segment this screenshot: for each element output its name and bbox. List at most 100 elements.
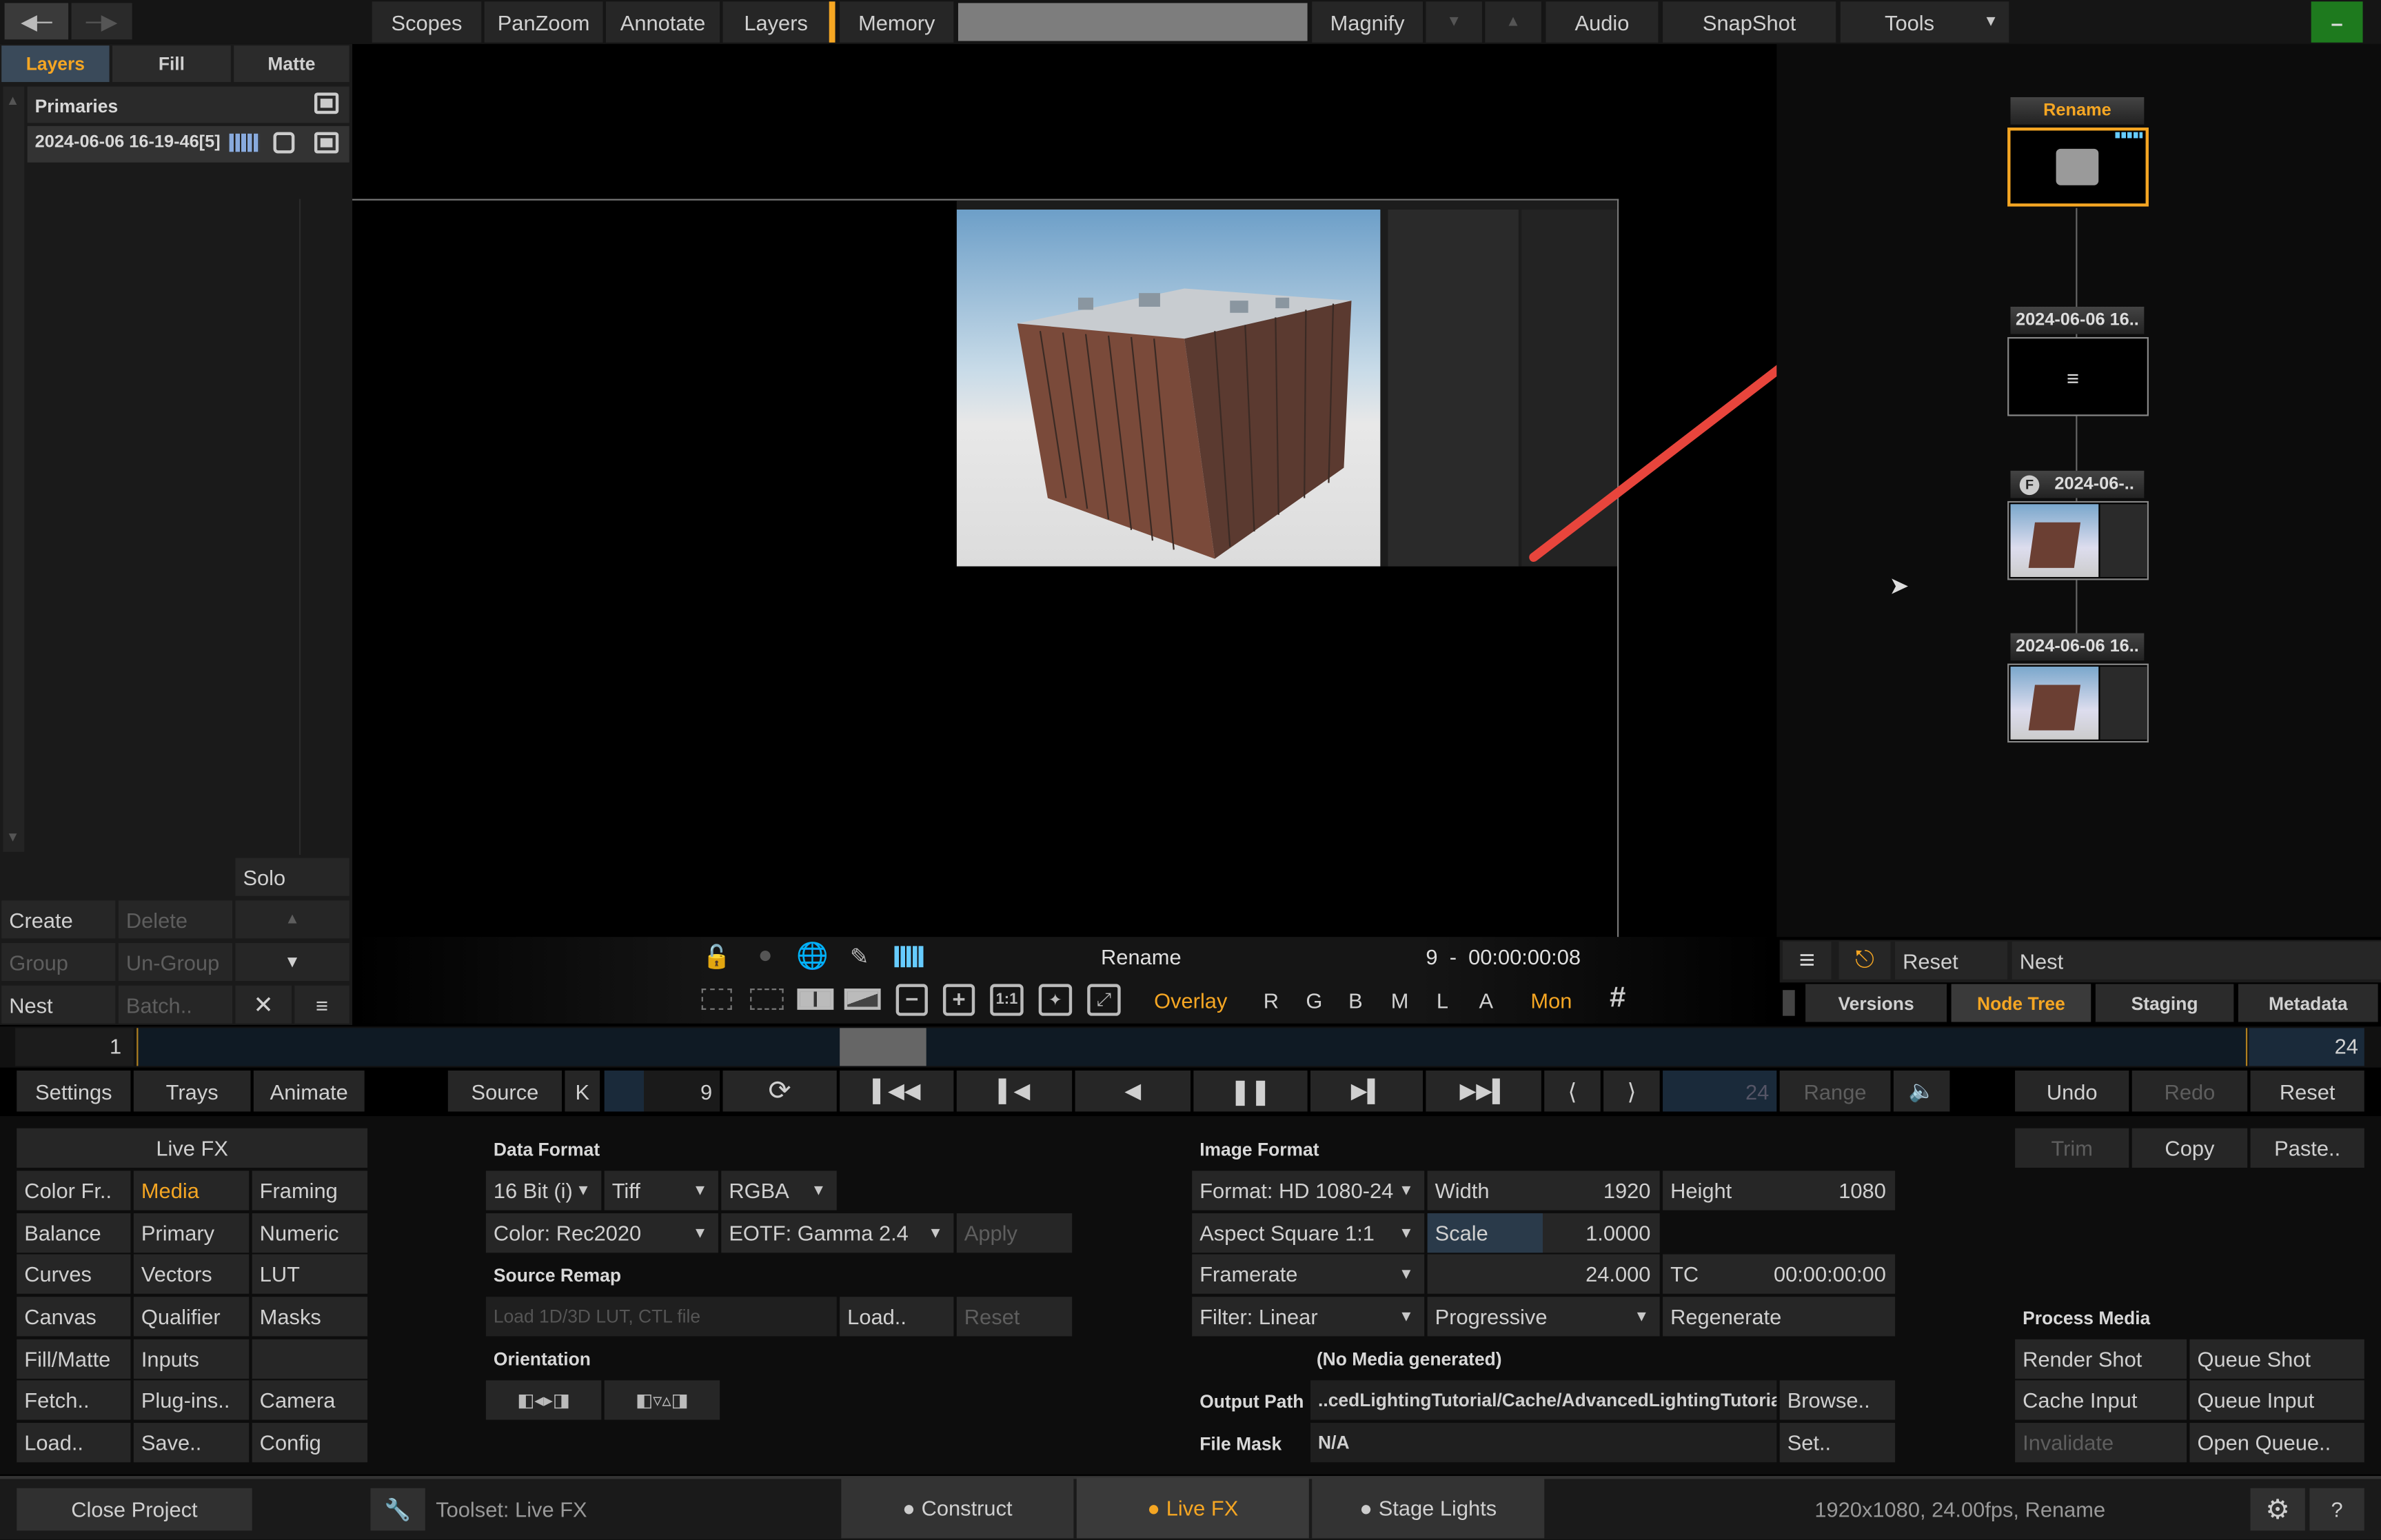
livefx-framing[interactable]: Framing: [252, 1171, 368, 1210]
width-field[interactable]: Width 1920: [1427, 1171, 1660, 1210]
livefx-save[interactable]: Save..: [133, 1423, 250, 1463]
gradient-view-icon[interactable]: [844, 989, 881, 1010]
solo-button[interactable]: Solo: [235, 858, 349, 896]
primaries-visibility-icon[interactable]: [314, 92, 339, 114]
audio-mute-button[interactable]: 🔈: [1893, 1070, 1950, 1112]
color-space-select[interactable]: Color: Rec2020: [485, 1213, 718, 1253]
animate-button[interactable]: Animate: [253, 1070, 365, 1112]
queue-shot-button[interactable]: Queue Shot: [2189, 1339, 2364, 1379]
channel-a[interactable]: A: [1479, 989, 1494, 1013]
magnify-down-button[interactable]: ▼: [1426, 1, 1482, 43]
zoom-in-icon[interactable]: +: [942, 984, 975, 1016]
lock-icon[interactable]: 🔓: [702, 942, 732, 972]
split-view-icon[interactable]: [701, 989, 732, 1010]
livefx-load[interactable]: Load..: [17, 1423, 131, 1463]
tab-livefx[interactable]: ● Live FX: [1076, 1477, 1309, 1539]
help-button[interactable]: ?: [2309, 1488, 2364, 1531]
file-type-select[interactable]: Tiff: [604, 1171, 718, 1210]
livefx-numeric[interactable]: Numeric: [252, 1213, 368, 1253]
livefx-primary[interactable]: Primary: [133, 1213, 250, 1253]
trim-button[interactable]: Trim: [2015, 1128, 2129, 1168]
fps-field[interactable]: 24.000: [1427, 1254, 1660, 1294]
redo-button[interactable]: Redo: [2131, 1070, 2248, 1112]
timeline-start-field[interactable]: 1: [15, 1028, 134, 1066]
current-frame-field[interactable]: 9: [604, 1070, 720, 1112]
channel-m[interactable]: M: [1391, 989, 1409, 1013]
node-1[interactable]: ≡: [2007, 337, 2149, 416]
pause-button[interactable]: ❚❚: [1193, 1070, 1308, 1112]
go-to-end-button[interactable]: ▶▶▌: [1426, 1070, 1541, 1112]
create-button[interactable]: Create: [1, 900, 116, 939]
livefx-inputs[interactable]: Inputs: [133, 1339, 250, 1379]
keyframe-button[interactable]: K: [565, 1070, 600, 1112]
mark-in-button[interactable]: ⟨: [1544, 1070, 1601, 1112]
menu-memory[interactable]: Memory: [840, 1, 954, 43]
close-layer-button[interactable]: ✕: [235, 985, 292, 1024]
move-up-button[interactable]: ▲: [235, 900, 349, 939]
menu-snapshot[interactable]: SnapShot: [1663, 1, 1836, 43]
overlay-toggle[interactable]: Overlay: [1154, 989, 1227, 1013]
set-button[interactable]: Set..: [1779, 1423, 1896, 1463]
tab-construct[interactable]: ● Construct: [841, 1477, 1074, 1539]
channel-g[interactable]: G: [1306, 989, 1322, 1013]
tab-staging[interactable]: Staging: [2095, 984, 2234, 1022]
lut-input[interactable]: Load 1D/3D LUT, CTL file: [485, 1297, 837, 1337]
livefx-qualifier[interactable]: Qualifier: [133, 1297, 250, 1337]
settings-gear-button[interactable]: ⚙: [2250, 1488, 2305, 1531]
step-back-button[interactable]: ▌◀: [956, 1070, 1073, 1112]
scroll-down-icon[interactable]: ▼: [6, 829, 20, 844]
node-menu-button[interactable]: ≡: [1783, 941, 1832, 980]
apply-button[interactable]: Apply: [956, 1213, 1073, 1253]
grid-icon[interactable]: #: [1610, 982, 1625, 1015]
menu-annotate[interactable]: Annotate: [605, 1, 720, 43]
tc-field[interactable]: TC 00:00:00:00: [1663, 1254, 1896, 1294]
fullscreen-icon[interactable]: ⤢: [1087, 984, 1121, 1016]
livefx-balance[interactable]: Balance: [17, 1213, 131, 1253]
reset-button[interactable]: Reset: [2250, 1070, 2364, 1112]
cache-input-button[interactable]: Cache Input: [2015, 1380, 2187, 1420]
channel-b[interactable]: B: [1348, 989, 1363, 1013]
livefx-canvas[interactable]: Canvas: [17, 1297, 131, 1337]
render-shot-button[interactable]: Render Shot: [2015, 1339, 2187, 1379]
node-3[interactable]: [2007, 663, 2149, 743]
height-field[interactable]: Height 1080: [1663, 1171, 1896, 1210]
livefx-color-fr[interactable]: Color Fr..: [17, 1171, 131, 1210]
menu-magnify[interactable]: Magnify: [1312, 1, 1423, 43]
tab-stage-lights[interactable]: ● Stage Lights: [1312, 1477, 1545, 1539]
fit-view-icon[interactable]: ✦: [1038, 984, 1073, 1016]
output-path-field[interactable]: ..cedLightingTutorial/Cache/AdvancedLigh…: [1310, 1380, 1777, 1420]
bit-depth-select[interactable]: 16 Bit (i): [485, 1171, 602, 1210]
node-tree-layout-button[interactable]: ⎋: [1838, 941, 1891, 980]
livefx-media[interactable]: Media: [133, 1171, 250, 1210]
livefx-lut[interactable]: LUT: [252, 1254, 368, 1294]
menu-audio[interactable]: Audio: [1546, 1, 1659, 43]
tab-fill[interactable]: Fill: [112, 45, 231, 82]
source-button[interactable]: Source: [447, 1070, 563, 1112]
range-button[interactable]: Range: [1779, 1070, 1891, 1112]
flip-horizontal-button[interactable]: ◧◂▸◨: [485, 1380, 602, 1420]
invalidate-button[interactable]: Invalidate: [2015, 1423, 2187, 1463]
timeline-track[interactable]: [136, 1028, 2248, 1066]
node-nest-button[interactable]: Nest: [2012, 941, 2381, 980]
close-project-button[interactable]: Close Project: [17, 1488, 252, 1531]
open-queue-button[interactable]: Open Queue..: [2189, 1423, 2364, 1463]
paste-button[interactable]: Paste..: [2250, 1128, 2364, 1168]
toolset-wrench-button[interactable]: 🔧: [370, 1488, 425, 1531]
color-bars-icon[interactable]: [894, 946, 925, 968]
livefx-fetch[interactable]: Fetch..: [17, 1380, 131, 1420]
tab-layers[interactable]: Layers: [1, 45, 110, 82]
regenerate-button[interactable]: Regenerate: [1663, 1297, 1896, 1337]
group-button[interactable]: Group: [1, 942, 116, 982]
layer-visibility-icon[interactable]: [314, 132, 339, 154]
layer-menu-button[interactable]: ≡: [294, 985, 349, 1024]
flip-vertical-button[interactable]: ◧▿▵◨: [604, 1380, 720, 1420]
globe-icon[interactable]: 🌐: [796, 942, 829, 972]
livefx-vectors[interactable]: Vectors: [133, 1254, 250, 1294]
menu-panzoom[interactable]: PanZoom: [484, 1, 603, 43]
trays-button[interactable]: Trays: [133, 1070, 251, 1112]
aspect-select[interactable]: Aspect Square 1:1: [1192, 1213, 1425, 1253]
layer-mask-icon[interactable]: [273, 132, 295, 154]
play-reverse-button[interactable]: ◀: [1075, 1070, 1190, 1112]
zoom-out-icon[interactable]: −: [895, 984, 928, 1016]
timeline-end-field[interactable]: 24: [2249, 1028, 2364, 1066]
